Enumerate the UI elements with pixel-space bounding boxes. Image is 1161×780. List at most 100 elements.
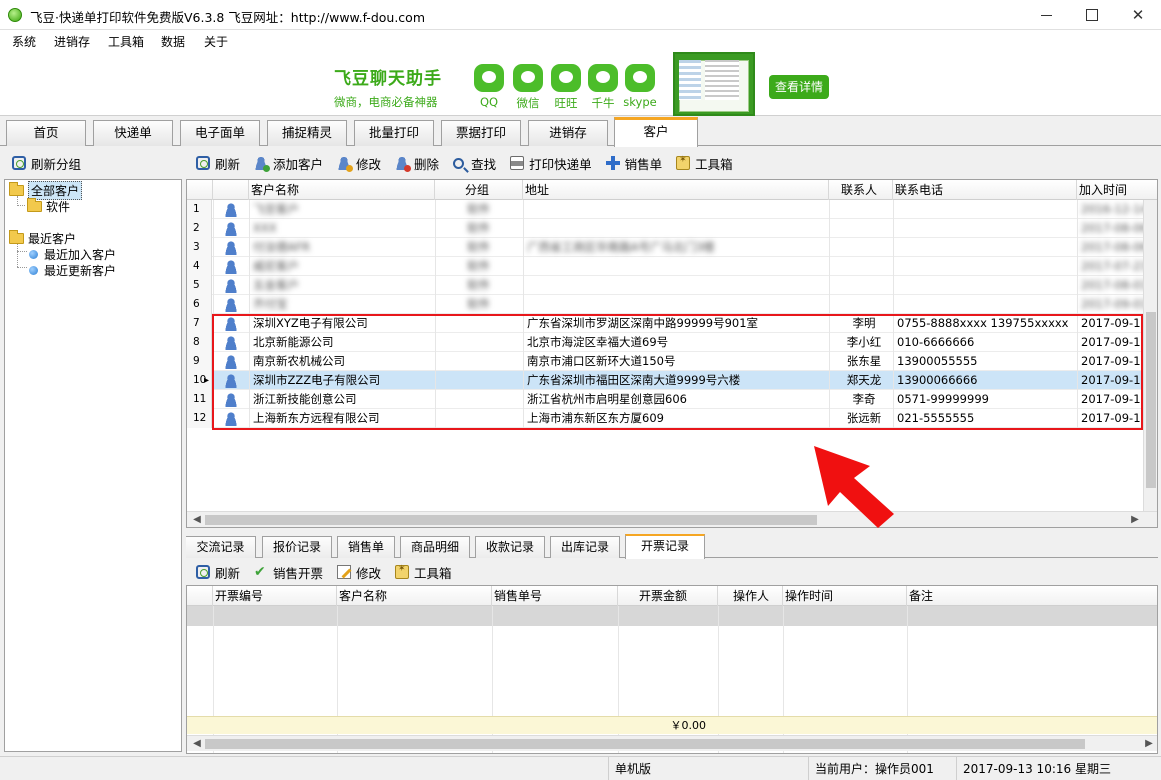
- app-logo-icon: [8, 8, 22, 22]
- red-arrow-icon: [814, 446, 894, 528]
- refresh-group-button[interactable]: 刷新分组: [12, 154, 81, 173]
- add-customer-label: 添加客户: [273, 156, 324, 172]
- col-header-address[interactable]: 地址: [523, 180, 829, 200]
- refresh-icon: [196, 565, 210, 579]
- scroll-right-arrow-icon[interactable]: ▶: [1141, 736, 1157, 752]
- subtab-outbound[interactable]: 出库记录: [550, 536, 620, 558]
- subtab-quotes[interactable]: 报价记录: [262, 536, 332, 558]
- invoice-col-amount[interactable]: 开票金额: [618, 586, 718, 606]
- table-row[interactable]: 3 付汝德AFR 软件 广西省工商区华南路A号广马北门3楼 2017-08-06: [187, 238, 1157, 257]
- table-row[interactable]: 4 威尼客户 软件 2017-07-23: [187, 257, 1157, 276]
- invoice-col-note[interactable]: 备注: [907, 586, 1157, 606]
- menu-about[interactable]: 关于: [204, 33, 228, 50]
- invoice-empty-row: [187, 606, 1157, 626]
- menu-system[interactable]: 系统: [12, 33, 36, 50]
- table-row[interactable]: 5 五金客户 软件 2017-08-01: [187, 276, 1157, 295]
- status-datetime: 2017-09-13 10:16 星期三: [956, 757, 1156, 780]
- invoice-col-customer[interactable]: 客户名称: [337, 586, 492, 606]
- table-row[interactable]: 2 XXX 软件 2017-08-06: [187, 219, 1157, 238]
- maximize-button[interactable]: [1069, 0, 1115, 30]
- print-waybill-button[interactable]: 打印快递单: [510, 154, 592, 173]
- scroll-left-arrow-icon[interactable]: ◀: [189, 736, 205, 752]
- menu-inventory[interactable]: 进销存: [54, 33, 90, 50]
- cell-group: 软件: [467, 221, 490, 235]
- view-details-button[interactable]: 查看详情: [769, 75, 829, 99]
- table-row[interactable]: 6 齐付宝 软件 2017-09-01: [187, 295, 1157, 314]
- tab-home[interactable]: 首页: [6, 120, 86, 146]
- col-header-name[interactable]: 客户名称: [249, 180, 435, 200]
- check-icon: ✔: [254, 564, 266, 580]
- subtab-product-details[interactable]: 商品明细: [400, 536, 470, 558]
- tab-customers[interactable]: 客户: [614, 117, 698, 147]
- col-header-phone[interactable]: 联系电话: [893, 180, 1077, 200]
- invoice-col-order[interactable]: 销售单号: [492, 586, 618, 606]
- tab-waybill[interactable]: 快递单: [93, 120, 173, 146]
- table-row[interactable]: 1 飞豆客户 软件 2016-12-14: [187, 200, 1157, 219]
- invoice-refresh-label: 刷新: [215, 565, 241, 581]
- tab-e-waybill[interactable]: 电子面单: [180, 120, 260, 146]
- menu-toolbox[interactable]: 工具箱: [108, 33, 144, 50]
- subtab-invoices[interactable]: 开票记录: [625, 534, 705, 559]
- minimize-button[interactable]: [1023, 0, 1069, 30]
- wangwang-label: 旺旺: [554, 96, 578, 110]
- scroll-left-arrow-icon[interactable]: ◀: [189, 512, 205, 527]
- qq-icon[interactable]: [474, 64, 504, 92]
- tree-node-all-customers[interactable]: 全部客户: [5, 180, 181, 200]
- tab-inventory[interactable]: 进销存: [528, 120, 608, 146]
- search-button[interactable]: 查找: [453, 154, 496, 173]
- invoice-col-operator[interactable]: 操作人: [718, 586, 783, 606]
- tab-batch-print[interactable]: 批量打印: [354, 120, 434, 146]
- sales-invoice-button[interactable]: ✔ 销售开票: [254, 563, 323, 582]
- col-header-date[interactable]: 加入时间: [1077, 180, 1157, 200]
- refresh-button[interactable]: 刷新: [196, 154, 240, 173]
- sales-order-button[interactable]: 销售单: [605, 154, 662, 173]
- table-horizontal-scrollbar[interactable]: ◀ ▶: [187, 511, 1157, 527]
- search-label: 查找: [471, 156, 497, 172]
- toolbox-icon: [395, 564, 410, 579]
- invoice-edit-button[interactable]: 修改: [337, 563, 381, 582]
- delete-customer-button[interactable]: 删除: [395, 154, 439, 173]
- table-vertical-scrollbar[interactable]: [1143, 200, 1157, 512]
- invoice-toolbox-button[interactable]: 工具箱: [395, 563, 452, 582]
- tree-node-recent-added[interactable]: 最近加入客户: [5, 246, 181, 262]
- qianniu-label: 千牛: [591, 96, 615, 110]
- invoice-horizontal-scrollbar[interactable]: ◀ ▶: [187, 735, 1157, 751]
- cell-address: [525, 219, 827, 238]
- add-customer-button[interactable]: 添加客户: [254, 154, 323, 173]
- scroll-right-arrow-icon[interactable]: ▶: [1127, 512, 1143, 527]
- wangwang-icon[interactable]: [551, 64, 581, 92]
- invoice-col-time[interactable]: 操作时间: [783, 586, 907, 606]
- qianniu-icon[interactable]: [588, 64, 618, 92]
- invoice-scroll-thumb[interactable]: [205, 739, 1085, 749]
- col-header-group[interactable]: 分组: [435, 180, 523, 200]
- subtab-communication[interactable]: 交流记录: [186, 536, 256, 558]
- tree-label-recent-updated: 最近更新客户: [44, 263, 117, 278]
- cell-name: XXX: [253, 221, 277, 235]
- skype-icon[interactable]: [625, 64, 655, 92]
- close-button[interactable]: ✕: [1115, 0, 1161, 30]
- wechat-icon[interactable]: [513, 64, 543, 92]
- tree-node-recent-updated[interactable]: 最近更新客户: [5, 262, 181, 278]
- row-number: 6: [187, 295, 212, 314]
- invoice-col-number[interactable]: 开票编号: [213, 586, 337, 606]
- tab-receipt-print[interactable]: 票据打印: [441, 120, 521, 146]
- subtab-sales-orders[interactable]: 销售单: [337, 536, 395, 558]
- tree-node-recent-customers[interactable]: 最近客户: [5, 229, 181, 246]
- col-header-contact[interactable]: 联系人: [829, 180, 893, 200]
- toolbox-button[interactable]: 工具箱: [676, 154, 733, 173]
- vertical-scroll-thumb[interactable]: [1146, 312, 1156, 488]
- tree-label-software: 软件: [46, 199, 71, 214]
- row-number-header: [187, 586, 213, 606]
- status-bar: 单机版 当前用户：操作员001 2017-09-13 10:16 星期三: [0, 756, 1161, 780]
- menu-data[interactable]: 数据: [161, 33, 185, 50]
- horizontal-scroll-thumb[interactable]: [205, 515, 817, 525]
- customer-icon: [224, 241, 238, 255]
- menu-bar: 系统 进销存 工具箱 数据 关于: [0, 30, 1161, 52]
- subtab-payments[interactable]: 收款记录: [475, 536, 545, 558]
- tree-node-software[interactable]: 软件: [5, 197, 181, 214]
- invoice-refresh-button[interactable]: 刷新: [196, 563, 240, 582]
- edit-customer-button[interactable]: 修改: [337, 154, 381, 173]
- cell-address: [525, 276, 827, 295]
- customer-icon: [224, 279, 238, 293]
- tab-capture[interactable]: 捕捉精灵: [267, 120, 347, 146]
